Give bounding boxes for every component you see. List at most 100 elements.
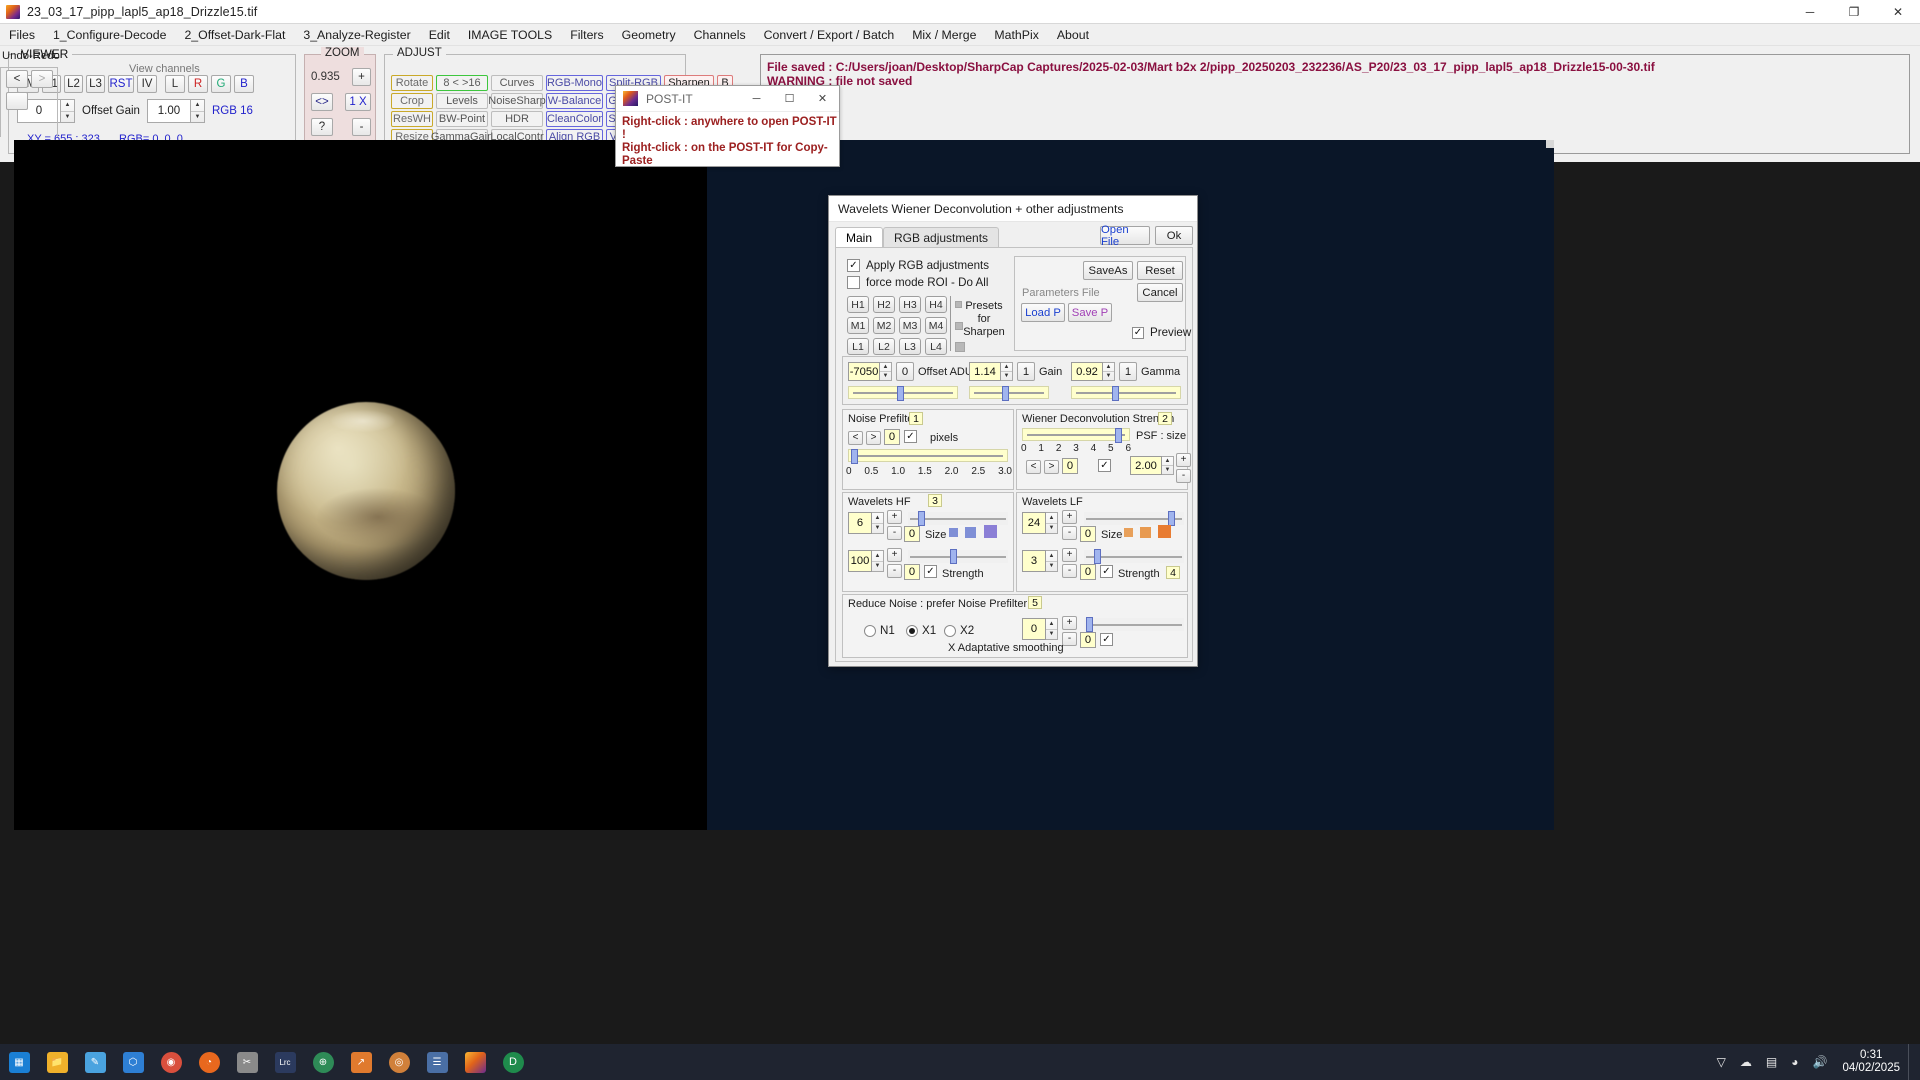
hf-strength-zero[interactable]: 0 — [904, 564, 920, 580]
postit-close-button[interactable]: ✕ — [806, 86, 839, 112]
menu-channels[interactable]: Channels — [685, 26, 755, 44]
minimize-button[interactable]: ─ — [1788, 0, 1832, 24]
taskbar-item-stack-app[interactable]: ☰ — [418, 1044, 456, 1080]
reduce-noise-spin-up[interactable]: ▲ — [1046, 619, 1057, 630]
channel-btn-b[interactable]: B — [234, 75, 254, 93]
reduce-noise-radio-n1[interactable]: N1 — [864, 624, 895, 637]
postit-window[interactable]: POST-IT ─ ☐ ✕ Right-click : anywhere to … — [615, 85, 840, 167]
taskbar-item-capture-tool[interactable]: ✂ — [228, 1044, 266, 1080]
gain-slider-thumb[interactable] — [1002, 386, 1009, 401]
zoom-out-button[interactable]: - — [352, 118, 371, 136]
adjust-btn-reswh[interactable]: ResWH — [391, 111, 433, 127]
preset-l4[interactable]: L4 — [925, 338, 947, 355]
lf-size-spin-up[interactable]: ▲ — [1046, 513, 1057, 524]
gain-slider[interactable] — [969, 386, 1049, 401]
adjust-btn-levels[interactable]: Levels — [436, 93, 488, 109]
taskbar-item-file-explorer[interactable]: 📁 — [38, 1044, 76, 1080]
postit-body[interactable]: Right-click : anywhere to open POST-IT !… — [616, 112, 839, 168]
menu-about[interactable]: About — [1048, 26, 1098, 44]
hf-strength-checkbox[interactable]: ✓ — [924, 565, 937, 578]
gain-spin-up[interactable]: ▲ — [190, 100, 204, 112]
lf-strength-zero[interactable]: 0 — [1080, 564, 1096, 580]
offset-adu-spin-down[interactable]: ▼ — [880, 372, 891, 380]
adjust-btn-curves[interactable]: Curves — [491, 75, 543, 91]
gamma-value[interactable]: 0.92 — [1071, 362, 1103, 381]
adjust-btn-cleancolor[interactable]: CleanColor — [546, 111, 603, 127]
tab-rgb-adjustments[interactable]: RGB adjustments — [883, 227, 1000, 248]
hf-size-slider-thumb[interactable] — [918, 511, 925, 526]
lf-strength-slider-thumb[interactable] — [1094, 549, 1101, 564]
tray-wifi-icon[interactable]: ◕ — [1784, 1055, 1805, 1069]
wiener-strength-slider[interactable] — [1022, 428, 1130, 443]
reduce-noise-zero[interactable]: 0 — [1080, 632, 1096, 648]
preview-checkbox[interactable]: ✓ Preview — [1132, 326, 1191, 339]
taskbar-item-vscode[interactable]: ⬡ — [114, 1044, 152, 1080]
gain-reset[interactable]: 1 — [1017, 362, 1035, 381]
zoom-1x-button[interactable]: 1 X — [345, 93, 371, 111]
gamma-slider[interactable] — [1071, 386, 1181, 401]
hf-strength-slider[interactable] — [908, 549, 1008, 564]
undo-button[interactable]: < — [6, 70, 28, 88]
menu-analyze-register[interactable]: 3_Analyze-Register — [294, 26, 419, 44]
taskbar-item-astrosurface[interactable] — [456, 1044, 494, 1080]
hf-strength-plus[interactable]: + — [887, 548, 902, 562]
wiener-strength-thumb[interactable] — [1115, 428, 1122, 443]
reduce-noise-minus[interactable]: - — [1062, 632, 1077, 646]
menu-geometry[interactable]: Geometry — [613, 26, 685, 44]
noise-prefilter-slider-thumb[interactable] — [851, 449, 858, 464]
reduce-noise-value[interactable]: 0 — [1022, 618, 1046, 640]
psf-size-value[interactable]: 2.00 — [1130, 456, 1162, 475]
preset-m2[interactable]: M2 — [873, 317, 895, 334]
load-p-button[interactable]: Load P — [1021, 303, 1065, 322]
gain-stepper[interactable]: 1.00 ▲ ▼ — [146, 99, 205, 123]
force-mode-checkbox[interactable]: force mode ROI - Do All — [847, 276, 988, 289]
lf-size-spin[interactable]: ▲ ▼ — [1046, 512, 1058, 534]
tray-volume-icon[interactable]: 🔊 — [1805, 1055, 1834, 1069]
cancel-button[interactable]: Cancel — [1137, 283, 1183, 302]
hf-size-spin-down[interactable]: ▼ — [872, 524, 883, 534]
reduce-noise-slider-thumb[interactable] — [1086, 617, 1093, 632]
reduce-noise-radio-x2[interactable]: X2 — [944, 624, 974, 637]
maximize-button[interactable]: ❐ — [1832, 0, 1876, 24]
radio-x2[interactable] — [944, 624, 956, 637]
gain-value[interactable]: 1.00 — [146, 99, 191, 123]
lf-strength-spin[interactable]: ▲ ▼ — [1046, 550, 1058, 572]
offset-adu-slider-thumb[interactable] — [897, 386, 904, 401]
taskbar-item-chrome[interactable]: ◉ — [152, 1044, 190, 1080]
adjust-btn-noisesharp[interactable]: NoiseSharp — [488, 93, 546, 109]
preset-m4[interactable]: M4 — [925, 317, 947, 334]
gain-spin[interactable]: ▲ ▼ — [1001, 362, 1013, 381]
hf-size-slider[interactable] — [908, 511, 1008, 526]
radio-x1[interactable] — [906, 624, 918, 637]
adjust-btn-w-balance[interactable]: W-Balance — [546, 93, 603, 109]
lf-size-value[interactable]: 24 — [1022, 512, 1046, 534]
preset-l2[interactable]: L2 — [873, 338, 895, 355]
gain-spin-down[interactable]: ▼ — [1001, 372, 1012, 380]
hf-strength-value[interactable]: 100 — [848, 550, 872, 572]
lf-strength-plus[interactable]: + — [1062, 548, 1077, 562]
menu-filters[interactable]: Filters — [561, 26, 612, 44]
adjust-btn-crop[interactable]: Crop — [391, 93, 433, 109]
redo-button[interactable]: > — [31, 70, 53, 88]
hf-strength-minus[interactable]: - — [887, 564, 902, 578]
offset-adu-value[interactable]: -7050 — [848, 362, 880, 381]
taskbar-clock[interactable]: 0:31 04/02/2025 — [1834, 1049, 1908, 1075]
psf-spin-up[interactable]: ▲ — [1162, 457, 1173, 466]
lf-size-slider[interactable] — [1084, 511, 1184, 526]
zoom-help-button[interactable]: ? — [311, 118, 333, 136]
preset-h4[interactable]: H4 — [925, 296, 947, 313]
lf-strength-spin-down[interactable]: ▼ — [1046, 562, 1057, 572]
preset-h3[interactable]: H3 — [899, 296, 921, 313]
lf-size-spin-down[interactable]: ▼ — [1046, 524, 1057, 534]
lf-size-plus[interactable]: + — [1062, 510, 1077, 524]
gamma-slider-thumb[interactable] — [1112, 386, 1119, 401]
taskbar-item-notepad[interactable]: ✎ — [76, 1044, 114, 1080]
lf-size-minus[interactable]: - — [1062, 526, 1077, 540]
reduce-noise-spin-down[interactable]: ▼ — [1046, 630, 1057, 640]
canvas-resize-grip[interactable] — [1546, 140, 1554, 148]
noise-prefilter-prev[interactable]: < — [848, 431, 863, 445]
channel-btn-r[interactable]: R — [188, 75, 208, 93]
preset-l1[interactable]: L1 — [847, 338, 869, 355]
gamma-spin-up[interactable]: ▲ — [1103, 363, 1114, 372]
adjust-btn-hdr[interactable]: HDR — [491, 111, 543, 127]
